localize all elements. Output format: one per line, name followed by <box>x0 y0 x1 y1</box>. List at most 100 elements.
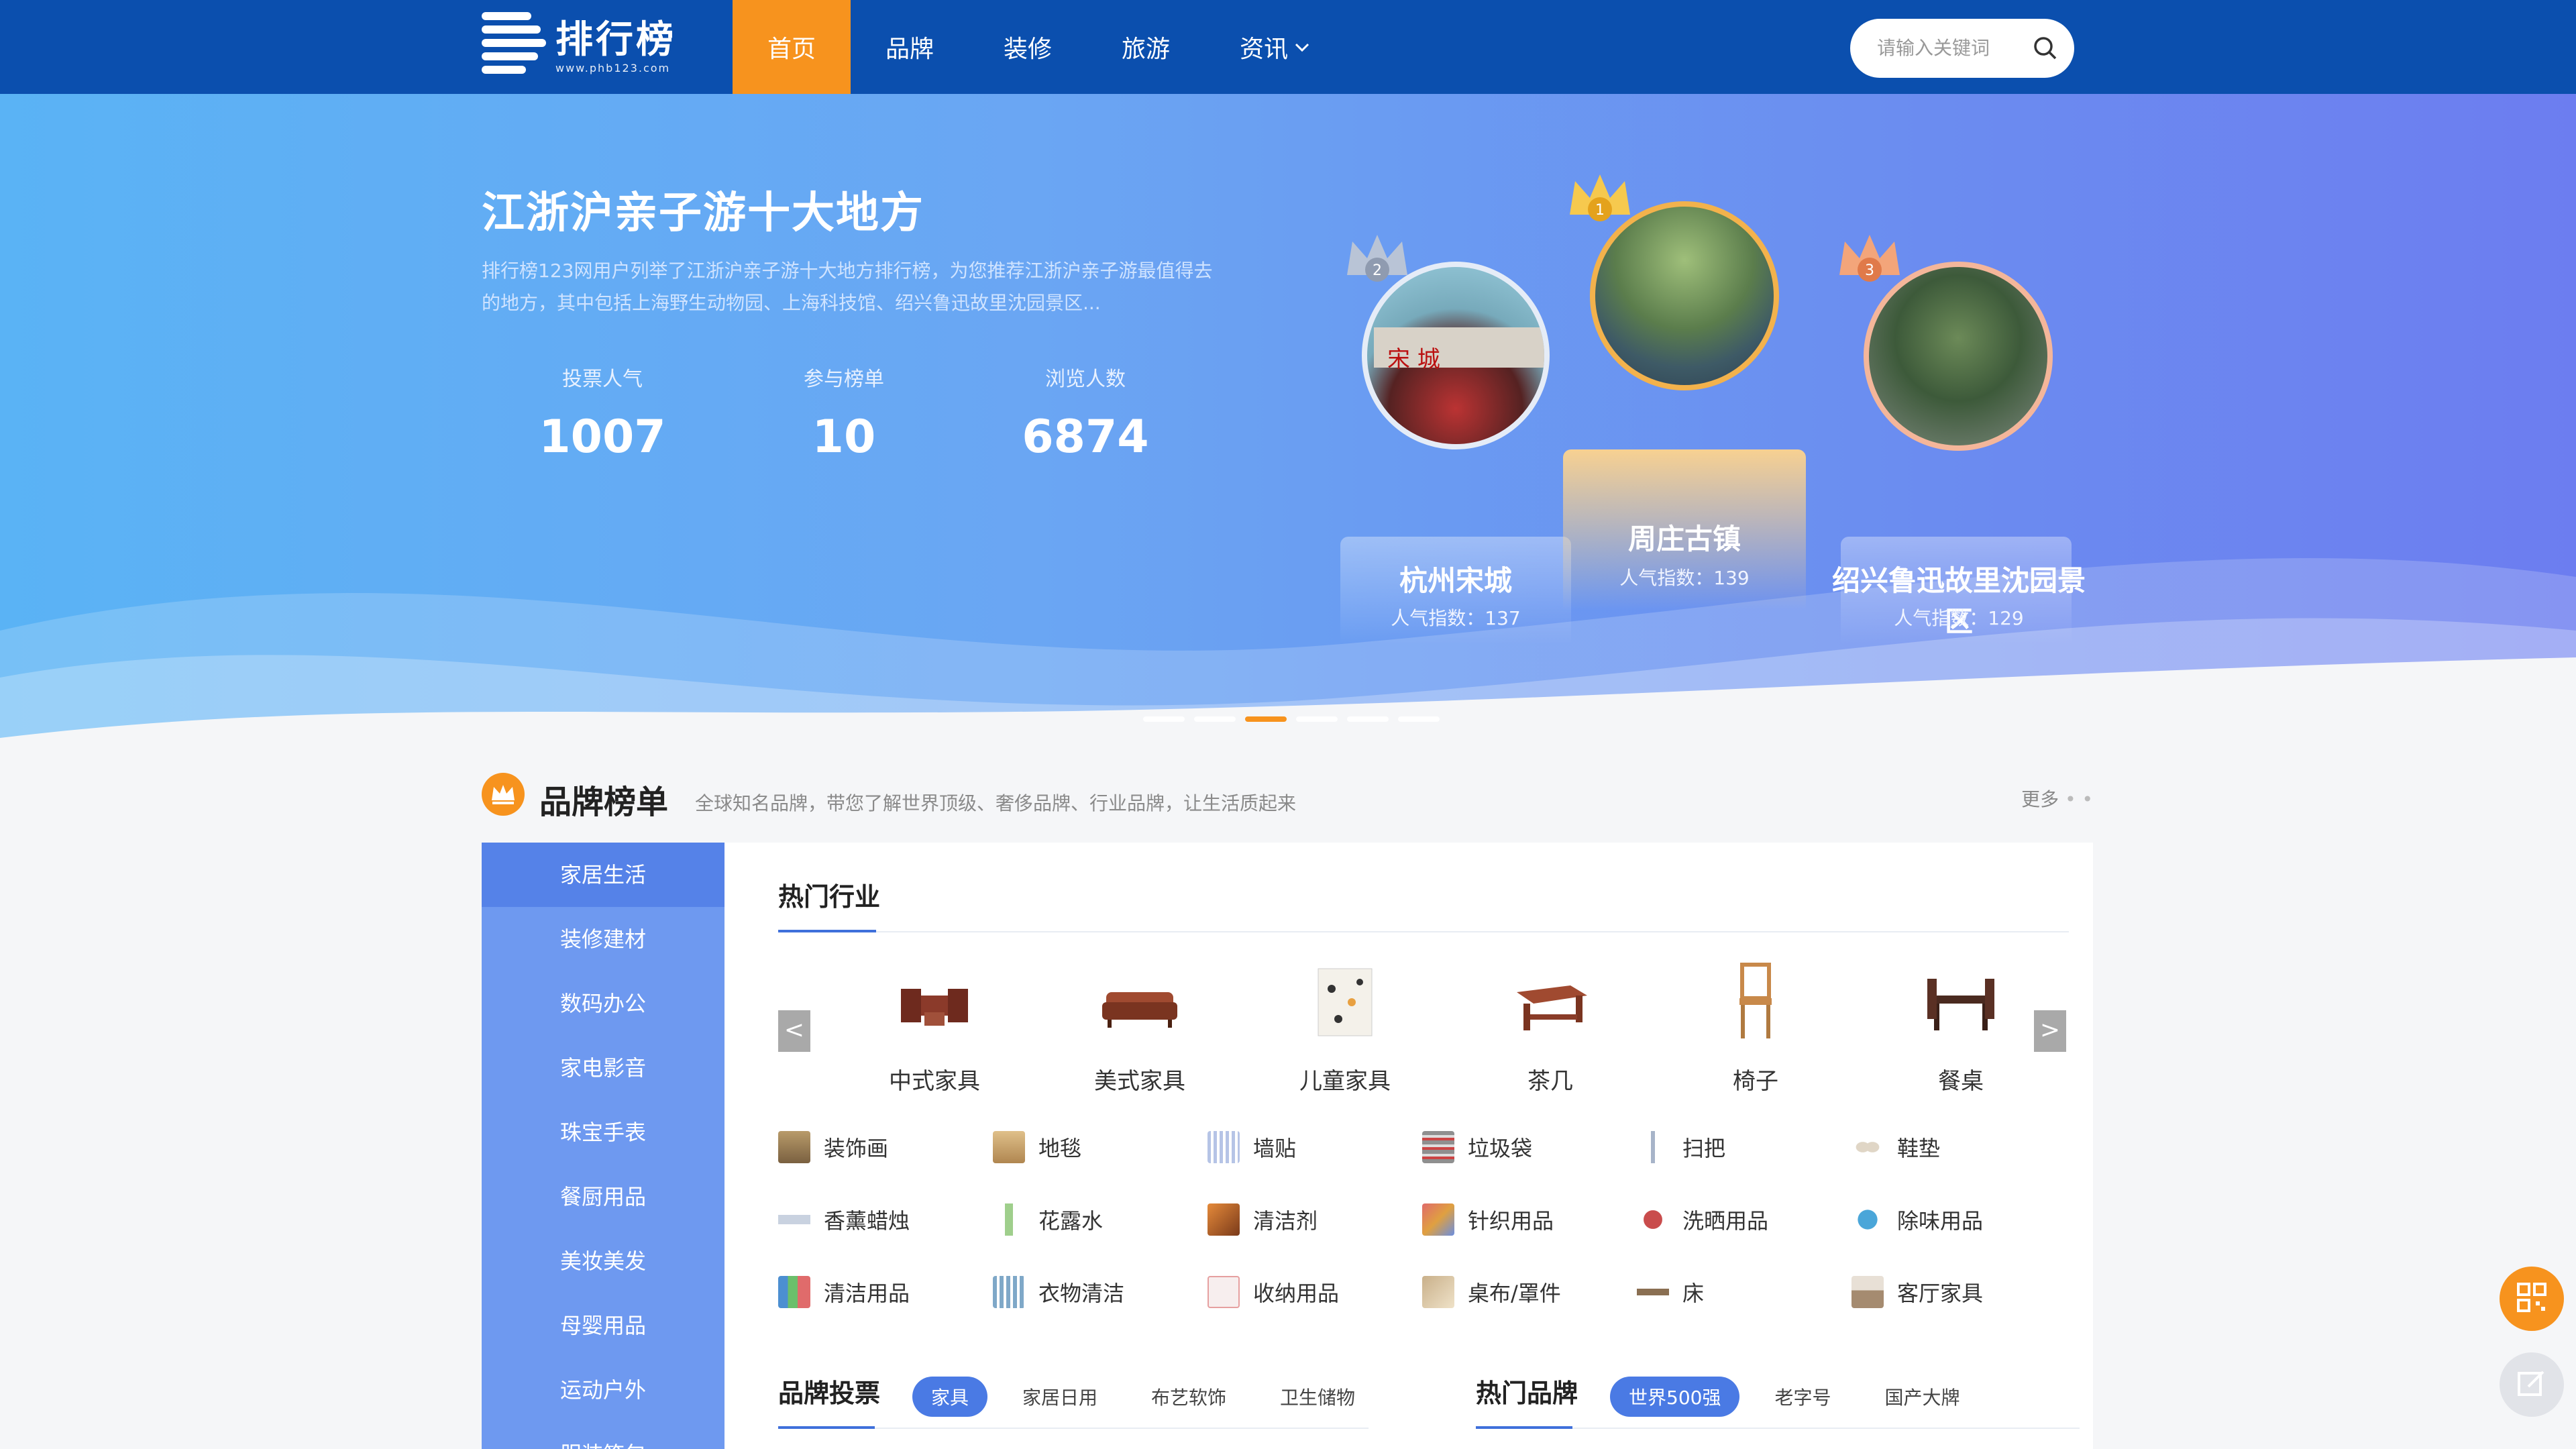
chip-home-daily[interactable]: 家居日用 <box>1004 1377 1116 1417</box>
tablecloth-icon <box>1422 1276 1454 1308</box>
knitting-icon <box>1422 1203 1454 1236</box>
sidebar-item-apparel[interactable]: 服装箱包 <box>482 1422 724 1449</box>
grid-item[interactable]: 衣物清洁 <box>993 1276 1208 1308</box>
chip-bath-storage[interactable]: 卫生储物 <box>1261 1377 1374 1417</box>
grid-item[interactable]: 洗晒用品 <box>1637 1203 1851 1236</box>
tea-table-icon <box>1503 955 1597 1049</box>
sidebar-item-jewelry[interactable]: 珠宝手表 <box>482 1100 724 1165</box>
logo-subtitle: www.phb123.com <box>555 61 671 74</box>
industry-item[interactable]: 儿童家具 <box>1242 955 1448 1095</box>
painting-icon <box>778 1131 810 1163</box>
cleaning-icon <box>778 1276 810 1308</box>
sidebar-item-appliances[interactable]: 家电影音 <box>482 1036 724 1100</box>
chip-fabric[interactable]: 布艺软饰 <box>1132 1377 1245 1417</box>
logo-mark-icon <box>482 9 546 83</box>
sidebar-item-baby[interactable]: 母婴用品 <box>482 1293 724 1358</box>
deodorant-icon <box>1851 1203 1884 1236</box>
podium-card-rank-3[interactable]: 3 绍兴鲁迅故里沈园景区 人气指数：129 <box>1821 228 2097 644</box>
sidebar-item-beauty[interactable]: 美妆美发 <box>482 1229 724 1293</box>
sidebar-item-kitchen[interactable]: 餐厨用品 <box>482 1165 724 1229</box>
nav-news[interactable]: 资讯 <box>1205 0 1344 94</box>
industry-item[interactable]: 中式家具 <box>832 955 1037 1095</box>
grid-item[interactable]: 装饰画 <box>778 1131 993 1163</box>
stat-lists: 参与榜单 10 <box>804 368 884 464</box>
insole-icon <box>1851 1131 1884 1163</box>
chinese-furniture-icon <box>888 955 981 1049</box>
carousel-dot[interactable] <box>1347 716 1389 722</box>
industry-item[interactable]: 餐桌 <box>1858 955 2063 1095</box>
grid-item[interactable]: 桌布/罩件 <box>1422 1276 1637 1308</box>
sidebar-item-home-living[interactable]: 家居生活 <box>482 843 733 907</box>
svg-text:1: 1 <box>1595 202 1605 219</box>
sidebar-item-sports[interactable]: 运动户外 <box>482 1358 724 1422</box>
industry-grid: 装饰画 地毯 墙贴 垃圾袋 扫把 鞋垫 香薰蜡烛 花露水 清洁剂 针织用品 洗晒… <box>778 1131 2069 1308</box>
broom-icon <box>1637 1131 1669 1163</box>
qr-code-icon <box>2516 1281 2548 1316</box>
brand-panel: 热门行业 < > 中式家具 美式家具 儿童家具 茶几 椅子 餐桌 装饰画 地毯 … <box>724 843 2093 1449</box>
bed-icon <box>1637 1276 1669 1308</box>
trash-bag-icon <box>1422 1131 1454 1163</box>
grid-item[interactable]: 香薰蜡烛 <box>778 1203 993 1236</box>
grid-item[interactable]: 客厅家具 <box>1851 1276 2066 1308</box>
tab-hot-industries[interactable]: 热门行业 <box>778 876 880 913</box>
nav-home[interactable]: 首页 <box>733 0 851 94</box>
banner-title[interactable]: 江浙沪亲子游十大地方 <box>482 178 924 240</box>
search-input[interactable] <box>1877 38 2031 59</box>
search-icon[interactable] <box>2033 36 2058 61</box>
crown-icon <box>482 773 525 816</box>
grid-item[interactable]: 墙贴 <box>1208 1131 1422 1163</box>
svg-text:3: 3 <box>1865 262 1874 279</box>
grid-item[interactable]: 针织用品 <box>1422 1203 1637 1236</box>
storage-icon <box>1208 1276 1240 1308</box>
qr-code-button[interactable] <box>2500 1267 2564 1331</box>
sidebar-item-digital-office[interactable]: 数码办公 <box>482 971 724 1036</box>
chip-furniture[interactable]: 家具 <box>912 1377 988 1417</box>
podium-card-rank-1[interactable]: 1 周庄古镇 人气指数：139 <box>1563 168 1806 610</box>
section-description: 全球知名品牌，带您了解世界顶级、奢侈品牌、行业品牌，让生活质起来 <box>695 792 1297 814</box>
edit-button[interactable] <box>2500 1352 2564 1417</box>
photo-songcheng: 宋 城 <box>1362 262 1550 449</box>
carousel-prev-button[interactable]: < <box>778 1010 810 1052</box>
grid-item[interactable]: 扫把 <box>1637 1131 1851 1163</box>
grid-item[interactable]: 鞋垫 <box>1851 1131 2066 1163</box>
hero-banner: 江浙沪亲子游十大地方 排行榜123网用户列举了江浙沪亲子游十大地方排行榜，为您推… <box>0 94 2576 771</box>
grid-item[interactable]: 地毯 <box>993 1131 1208 1163</box>
nav-brand[interactable]: 品牌 <box>851 0 969 94</box>
grid-item[interactable]: 花露水 <box>993 1203 1208 1236</box>
grid-item[interactable]: 除味用品 <box>1851 1203 2066 1236</box>
grid-item[interactable]: 清洁剂 <box>1208 1203 1422 1236</box>
carousel-dot[interactable] <box>1143 716 1185 722</box>
section-title: 品牌榜单 <box>539 784 669 821</box>
wave-decoration <box>0 558 2576 771</box>
grid-item[interactable]: 垃圾袋 <box>1422 1131 1637 1163</box>
clothes-wash-icon <box>993 1276 1025 1308</box>
podium-card-rank-2[interactable]: 2 宋 城 杭州宋城 人气指数：137 <box>1340 228 1571 644</box>
category-sidebar: 家居生活 装修建材 数码办公 家电影音 珠宝手表 餐厨用品 美妆美发 母婴用品 … <box>482 843 733 1449</box>
dining-table-icon <box>1914 955 2008 1049</box>
carousel-dot-active[interactable] <box>1245 716 1287 722</box>
chip-time-honored[interactable]: 老字号 <box>1756 1377 1849 1417</box>
nav-decoration[interactable]: 装修 <box>969 0 1087 94</box>
grid-item[interactable]: 床 <box>1637 1276 1851 1308</box>
sidebar-item-building-materials[interactable]: 装修建材 <box>482 907 724 971</box>
chevron-down-icon <box>1295 38 1309 56</box>
carousel-dot[interactable] <box>1296 716 1338 722</box>
more-link[interactable]: 更多 • • <box>2021 785 2093 812</box>
vote-chips: 家具 家居日用 布艺软饰 卫生储物 <box>912 1377 1390 1417</box>
grid-item[interactable]: 清洁用品 <box>778 1276 993 1308</box>
stat-views: 浏览人数 6874 <box>1022 368 1149 464</box>
grid-item[interactable]: 收纳用品 <box>1208 1276 1422 1308</box>
carousel-dots <box>1143 716 1440 722</box>
industry-item[interactable]: 椅子 <box>1653 955 1858 1095</box>
candle-icon <box>778 1203 810 1236</box>
carousel-dot[interactable] <box>1398 716 1440 722</box>
chip-domestic-brands[interactable]: 国产大牌 <box>1866 1377 1978 1417</box>
carousel-dot[interactable] <box>1194 716 1236 722</box>
site-logo[interactable]: 排行榜 www.phb123.com <box>482 9 676 83</box>
industry-item[interactable]: 茶几 <box>1448 955 1653 1095</box>
chair-icon <box>1709 955 1803 1049</box>
nav-travel[interactable]: 旅游 <box>1087 0 1205 94</box>
chip-fortune-500[interactable]: 世界500强 <box>1610 1377 1740 1417</box>
industry-item[interactable]: 美式家具 <box>1037 955 1242 1095</box>
photo-zhouzhuang <box>1590 201 1779 390</box>
